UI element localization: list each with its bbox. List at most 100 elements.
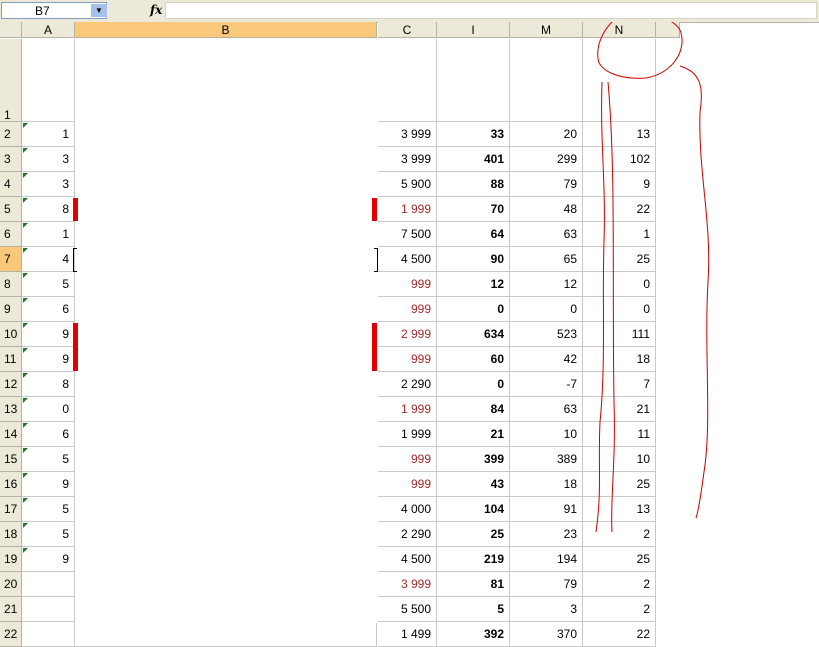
- cell-c15[interactable]: 999: [378, 447, 437, 472]
- row-header-9[interactable]: 9: [0, 297, 22, 322]
- row-header-13[interactable]: 13: [0, 397, 22, 422]
- cell-i20[interactable]: 81: [437, 572, 510, 597]
- cell-n9[interactable]: 0: [583, 297, 656, 322]
- cell-a3[interactable]: 3: [22, 147, 75, 172]
- cell-a9[interactable]: 6: [22, 297, 75, 322]
- row-header-3[interactable]: 3: [0, 147, 22, 172]
- cell-i22[interactable]: 392: [437, 622, 510, 647]
- cell-n18[interactable]: 2: [583, 522, 656, 547]
- cell-m8[interactable]: 12: [510, 272, 583, 297]
- cell-n5[interactable]: 22: [583, 197, 656, 222]
- cell-c8[interactable]: 999: [378, 272, 437, 297]
- cell-n20[interactable]: 2: [583, 572, 656, 597]
- cell-m6[interactable]: 63: [510, 222, 583, 247]
- cell-n10[interactable]: 111: [583, 322, 656, 347]
- row-header-16[interactable]: 16: [0, 472, 22, 497]
- column-header-m[interactable]: M: [510, 22, 583, 38]
- cell-a20[interactable]: [22, 572, 75, 597]
- cell-a18[interactable]: 5: [22, 522, 75, 547]
- row-header-10[interactable]: 10: [0, 322, 22, 347]
- cell-a5[interactable]: 8: [22, 197, 75, 222]
- cell-m17[interactable]: 91: [510, 497, 583, 522]
- cell-m16[interactable]: 18: [510, 472, 583, 497]
- cell-i1[interactable]: [437, 39, 510, 122]
- cell-i4[interactable]: 88: [437, 172, 510, 197]
- cell-m15[interactable]: 389: [510, 447, 583, 472]
- cell-n22[interactable]: 22: [583, 622, 656, 647]
- cell-i2[interactable]: 33: [437, 122, 510, 147]
- cell-c14[interactable]: 1 999: [378, 422, 437, 447]
- row-header-18[interactable]: 18: [0, 522, 22, 547]
- cell-m12[interactable]: -7: [510, 372, 583, 397]
- cell-c1[interactable]: [378, 39, 437, 122]
- cell-n21[interactable]: 2: [583, 597, 656, 622]
- row-header-14[interactable]: 14: [0, 422, 22, 447]
- cell-a14[interactable]: 6: [22, 422, 75, 447]
- cell-c13[interactable]: 1 999: [378, 397, 437, 422]
- cell-i19[interactable]: 219: [437, 547, 510, 572]
- cell-a22[interactable]: [22, 622, 75, 647]
- cell-m1[interactable]: [510, 39, 583, 122]
- cell-n19[interactable]: 25: [583, 547, 656, 572]
- cell-i9[interactable]: 0: [437, 297, 510, 322]
- cell-m4[interactable]: 79: [510, 172, 583, 197]
- cell-c11[interactable]: 999: [378, 347, 437, 372]
- cell-i11[interactable]: 60: [437, 347, 510, 372]
- cell-c2[interactable]: 3 999: [378, 122, 437, 147]
- cell-i6[interactable]: 64: [437, 222, 510, 247]
- column-header-a[interactable]: A: [22, 22, 75, 38]
- cell-n14[interactable]: 11: [583, 422, 656, 447]
- cell-n6[interactable]: 1: [583, 222, 656, 247]
- cell-c6[interactable]: 7 500: [378, 222, 437, 247]
- cell-n3[interactable]: 102: [583, 147, 656, 172]
- cell-n1[interactable]: [583, 39, 656, 122]
- cell-c19[interactable]: 4 500: [378, 547, 437, 572]
- row-header-7[interactable]: 7: [0, 247, 22, 272]
- column-header-b[interactable]: B: [75, 22, 377, 38]
- cell-a16[interactable]: 9: [22, 472, 75, 497]
- cell-c21[interactable]: 5 500: [378, 597, 437, 622]
- cell-i7[interactable]: 90: [437, 247, 510, 272]
- cell-m5[interactable]: 48: [510, 197, 583, 222]
- row-header-20[interactable]: 20: [0, 572, 22, 597]
- cell-i5[interactable]: 70: [437, 197, 510, 222]
- row-header-8[interactable]: 8: [0, 272, 22, 297]
- row-header-1[interactable]: 1: [0, 39, 22, 122]
- cell-m9[interactable]: 0: [510, 297, 583, 322]
- cell-i18[interactable]: 25: [437, 522, 510, 547]
- row-header-19[interactable]: 19: [0, 547, 22, 572]
- cell-a12[interactable]: 8: [22, 372, 75, 397]
- cell-a10[interactable]: 9: [22, 322, 75, 347]
- cell-a15[interactable]: 5: [22, 447, 75, 472]
- row-header-6[interactable]: 6: [0, 222, 22, 247]
- cell-i10[interactable]: 634: [437, 322, 510, 347]
- cell-c20[interactable]: 3 999: [378, 572, 437, 597]
- cell-n15[interactable]: 10: [583, 447, 656, 472]
- cell-i3[interactable]: 401: [437, 147, 510, 172]
- column-header-next[interactable]: [656, 22, 680, 38]
- row-header-15[interactable]: 15: [0, 447, 22, 472]
- cell-m3[interactable]: 299: [510, 147, 583, 172]
- cell-m13[interactable]: 63: [510, 397, 583, 422]
- row-header-12[interactable]: 12: [0, 372, 22, 397]
- cell-c16[interactable]: 999: [378, 472, 437, 497]
- column-header-i[interactable]: I: [437, 22, 510, 38]
- cell-m10[interactable]: 523: [510, 322, 583, 347]
- cell-a8[interactable]: 5: [22, 272, 75, 297]
- row-header-11[interactable]: 11: [0, 347, 22, 372]
- cell-a11[interactable]: 9: [22, 347, 75, 372]
- cell-i17[interactable]: 104: [437, 497, 510, 522]
- row-header-17[interactable]: 17: [0, 497, 22, 522]
- cell-i13[interactable]: 84: [437, 397, 510, 422]
- cell-c4[interactable]: 5 900: [378, 172, 437, 197]
- select-all-corner[interactable]: [0, 22, 22, 38]
- cell-m18[interactable]: 23: [510, 522, 583, 547]
- cell-i21[interactable]: 5: [437, 597, 510, 622]
- cell-c18[interactable]: 2 290: [378, 522, 437, 547]
- row-header-21[interactable]: 21: [0, 597, 22, 622]
- cell-c7[interactable]: 4 500: [378, 247, 437, 272]
- cell-c22[interactable]: 1 499: [378, 622, 437, 647]
- cell-m19[interactable]: 194: [510, 547, 583, 572]
- cell-m20[interactable]: 79: [510, 572, 583, 597]
- cell-b22[interactable]: [75, 622, 377, 647]
